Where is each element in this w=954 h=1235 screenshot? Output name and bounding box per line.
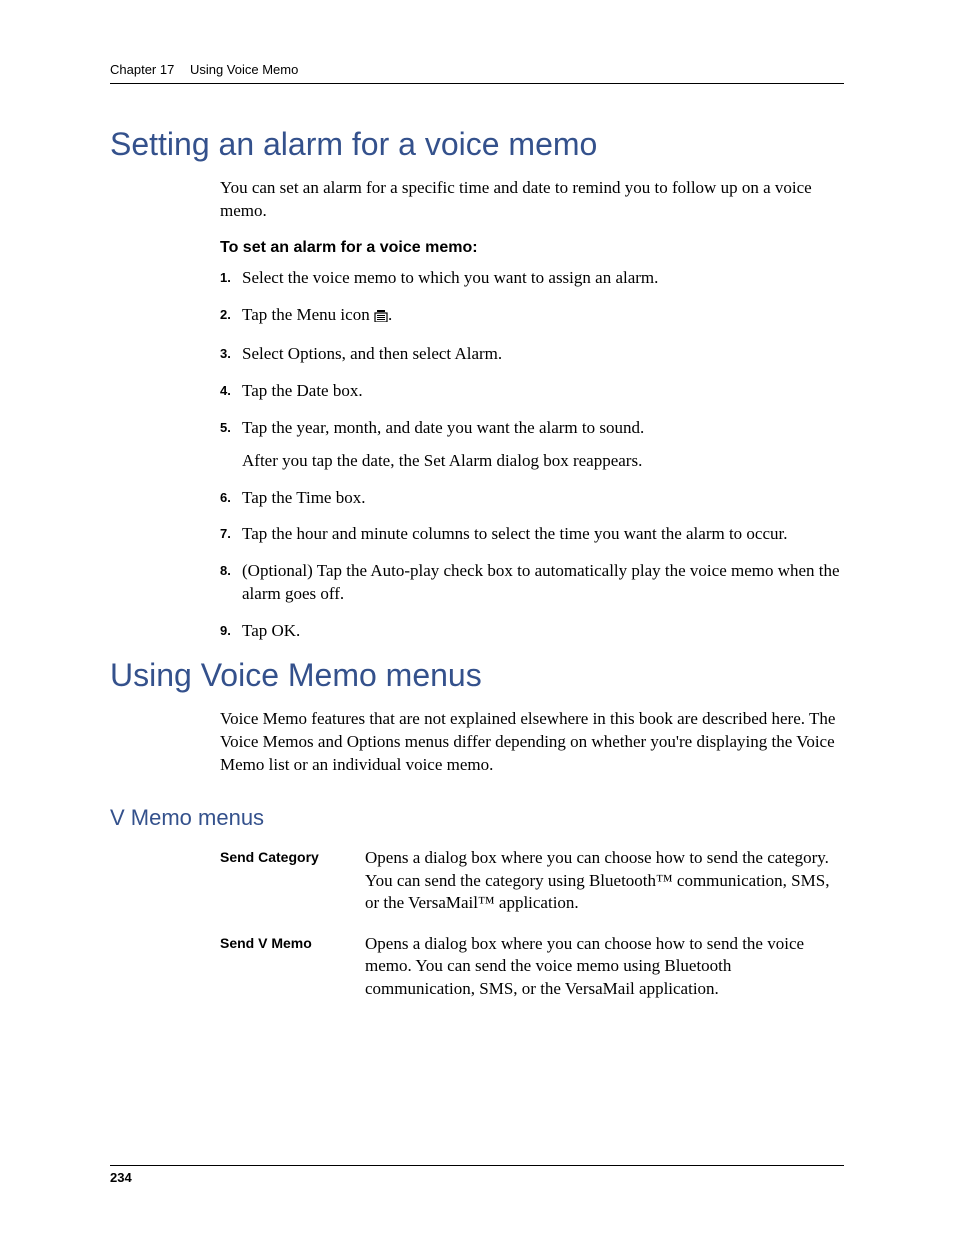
step-text: Tap the year, month, and date you want t…: [242, 417, 644, 473]
step-number: 7.: [220, 523, 242, 541]
section-title-alarm: Setting an alarm for a voice memo: [110, 126, 844, 163]
step-text: Tap OK.: [242, 620, 300, 643]
menu-table: Send Category Opens a dialog box where y…: [220, 847, 844, 1001]
step-item: 5. Tap the year, month, and date you wan…: [220, 417, 844, 473]
step-text: Tap the Time box.: [242, 487, 365, 510]
section-title-menus: Using Voice Memo menus: [110, 657, 844, 694]
step-number: 5.: [220, 417, 242, 435]
menus-intro: Voice Memo features that are not explain…: [220, 708, 844, 777]
step-number: 2.: [220, 304, 242, 322]
page-number: 234: [110, 1170, 132, 1185]
step-item: 9. Tap OK.: [220, 620, 844, 643]
step-item: 1. Select the voice memo to which you wa…: [220, 267, 844, 290]
menu-row: Send V Memo Opens a dialog box where you…: [220, 933, 844, 1001]
step-number: 4.: [220, 380, 242, 398]
step-item: 3. Select Options, and then select Alarm…: [220, 343, 844, 366]
step-number: 6.: [220, 487, 242, 505]
running-header: Chapter 17 Using Voice Memo: [110, 62, 844, 84]
header-title: Using Voice Memo: [190, 62, 298, 77]
step-text: Tap the hour and minute columns to selec…: [242, 523, 788, 546]
menu-desc: Opens a dialog box where you can choose …: [365, 847, 844, 915]
menu-row: Send Category Opens a dialog box where y…: [220, 847, 844, 915]
subsection-title-vmemo: V Memo menus: [110, 805, 844, 831]
step-text: Tap the Date box.: [242, 380, 363, 403]
menu-desc: Opens a dialog box where you can choose …: [365, 933, 844, 1001]
menu-term: Send Category: [220, 847, 365, 865]
step-text: (Optional) Tap the Auto-play check box t…: [242, 560, 844, 606]
page-footer: 234: [110, 1165, 844, 1185]
step-item: 4. Tap the Date box.: [220, 380, 844, 403]
step-text: Select Options, and then select Alarm.: [242, 343, 502, 366]
step-text-main: Tap the year, month, and date you want t…: [242, 418, 644, 437]
section-menus-body: Voice Memo features that are not explain…: [220, 708, 844, 777]
step-text: Tap the Menu icon .: [242, 304, 392, 329]
step-item: 6. Tap the Time box.: [220, 487, 844, 510]
step-text: Select the voice memo to which you want …: [242, 267, 658, 290]
step-item: 8. (Optional) Tap the Auto-play check bo…: [220, 560, 844, 606]
intro-paragraph: You can set an alarm for a specific time…: [220, 177, 844, 223]
step-text-pre: Tap the Menu icon: [242, 305, 374, 324]
document-page: Chapter 17 Using Voice Memo Setting an a…: [0, 0, 954, 1235]
step-item: 7. Tap the hour and minute columns to se…: [220, 523, 844, 546]
procedure-title: To set an alarm for a voice memo:: [220, 239, 844, 257]
step-number: 3.: [220, 343, 242, 361]
step-item: 2. Tap the Menu icon .: [220, 304, 844, 329]
step-text-post: .: [388, 305, 392, 324]
step-number: 9.: [220, 620, 242, 638]
step-followup: After you tap the date, the Set Alarm di…: [242, 450, 644, 473]
header-chapter: Chapter 17: [110, 62, 174, 77]
procedure-steps: 1. Select the voice memo to which you wa…: [220, 267, 844, 643]
step-number: 1.: [220, 267, 242, 285]
section-alarm-body: You can set an alarm for a specific time…: [220, 177, 844, 643]
step-number: 8.: [220, 560, 242, 578]
menu-icon: [374, 306, 388, 329]
menu-term: Send V Memo: [220, 933, 365, 951]
